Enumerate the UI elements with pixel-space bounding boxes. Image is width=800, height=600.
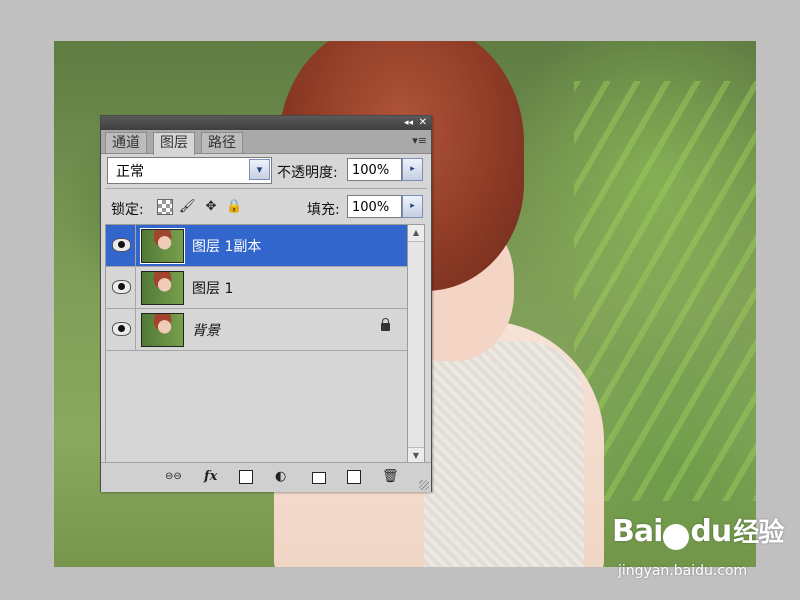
layer-name[interactable]: 图层 1 — [192, 278, 233, 298]
opacity-input[interactable]: 100% — [347, 158, 402, 181]
tab-channels[interactable]: 通道 — [105, 132, 147, 153]
link-layers-icon[interactable]: ⊖⊖ — [165, 470, 182, 484]
layer-thumbnail — [140, 228, 185, 264]
layers-panel: ◂◂ ✕ 通道 图层 路径 ▾≡ 正常 ▾ 不透明度: 100% ▸ 锁定: 🖌… — [100, 115, 432, 492]
watermark-logo-cn: 经验 — [733, 518, 784, 548]
chevron-down-icon[interactable]: ▾ — [249, 159, 270, 180]
layer-thumbnail — [141, 313, 184, 347]
opacity-label: 不透明度: — [277, 165, 338, 181]
fill-input[interactable]: 100% — [347, 195, 402, 218]
lock-image-pixels-icon[interactable]: 🖌 — [179, 199, 196, 215]
resize-grip-icon[interactable] — [419, 480, 429, 490]
blend-mode-select[interactable]: 正常 ▾ — [107, 157, 272, 184]
collapse-icon[interactable]: ◂◂ — [404, 117, 413, 129]
eye-icon — [112, 322, 131, 336]
layer-thumbnail — [141, 271, 184, 305]
layers-list: 图层 1副本 图层 1 背景 — [105, 224, 409, 464]
tab-paths[interactable]: 路径 — [201, 132, 243, 153]
eye-icon — [112, 238, 131, 252]
layer-style-fx-icon[interactable]: fx — [204, 470, 217, 484]
layer-row[interactable]: 图层 1副本 — [106, 225, 408, 267]
lock-all-icon[interactable]: 🔒 — [226, 199, 242, 215]
panel-menu-icon[interactable]: ▾≡ — [412, 134, 427, 147]
visibility-toggle[interactable] — [106, 225, 136, 266]
trash-icon[interactable]: 🗑 — [382, 470, 399, 484]
layer-row[interactable]: 背景 — [106, 309, 408, 351]
lock-position-icon[interactable]: ✥ — [203, 199, 219, 215]
new-group-folder-icon[interactable] — [312, 472, 326, 484]
blend-mode-value: 正常 — [116, 164, 144, 180]
lock-transparent-pixels-icon[interactable] — [157, 199, 173, 215]
baidu-watermark-logo: Bai du经验 — [612, 514, 784, 550]
panel-footer: ⊖⊖ fx ◐ 🗑 — [101, 462, 431, 492]
photo-subject-top — [424, 341, 584, 567]
scroll-up-icon[interactable]: ▲ — [408, 225, 424, 242]
fill-label: 填充: — [307, 202, 340, 218]
new-layer-icon[interactable] — [347, 470, 361, 484]
layer-name[interactable]: 背景 — [192, 320, 220, 340]
paw-icon — [663, 523, 690, 550]
layer-name[interactable]: 图层 1副本 — [192, 236, 261, 256]
opacity-slider-arrow[interactable]: ▸ — [402, 158, 423, 181]
adjustment-layer-icon[interactable]: ◐ — [275, 470, 286, 484]
watermark-logo-right: du — [690, 514, 732, 549]
eye-icon — [112, 280, 131, 294]
fill-slider-arrow[interactable]: ▸ — [402, 195, 423, 218]
lock-icon — [381, 318, 390, 331]
layer-row[interactable]: 图层 1 — [106, 267, 408, 309]
watermark-url: jingyan.baidu.com — [618, 563, 748, 579]
lock-label: 锁定: — [111, 202, 144, 218]
panel-titlebar[interactable]: ◂◂ ✕ — [101, 116, 431, 130]
add-mask-icon[interactable] — [239, 470, 253, 484]
watermark-logo-left: Bai — [612, 514, 663, 549]
panel-tabs: 通道 图层 路径 ▾≡ — [101, 130, 431, 155]
divider — [105, 188, 427, 189]
layers-scrollbar[interactable]: ▲ ▼ — [407, 224, 425, 464]
visibility-toggle[interactable] — [106, 267, 136, 308]
close-icon[interactable]: ✕ — [419, 117, 427, 129]
tab-layers[interactable]: 图层 — [153, 132, 195, 155]
visibility-toggle[interactable] — [106, 309, 136, 350]
